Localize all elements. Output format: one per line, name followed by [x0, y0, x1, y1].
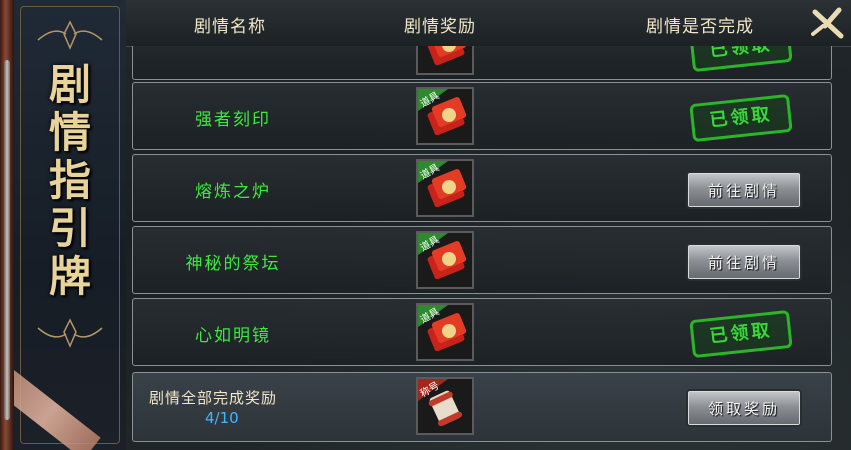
go-to-story-label: 前往剧情: [707, 181, 780, 200]
reward-slot[interactable]: [416, 46, 474, 75]
claimed-stamp: 已领取: [689, 93, 793, 143]
banner-char: 引: [48, 204, 91, 253]
claim-reward-button[interactable]: 领取奖励: [686, 389, 802, 427]
story-list[interactable]: 已领取 强者刻印 道具 已领取 熔炼之炉 道具 前往剧情 神秘的祭坛 道具 前往剧情 心如明镜 道具已…: [132, 46, 832, 450]
final-reward-row: 剧情全部完成奖励 4/10 称号 领取奖励: [132, 372, 832, 442]
go-to-story-label: 前往剧情: [707, 253, 780, 272]
story-name: 熔炼之炉: [195, 182, 271, 202]
ornament-bottom-icon: [37, 318, 103, 348]
story-row: 神秘的祭坛 道具 前往剧情: [132, 226, 832, 294]
reward-slot[interactable]: 道具: [416, 231, 474, 289]
progress-count: 4/10: [205, 409, 239, 427]
final-reward-title: 剧情全部完成奖励: [149, 389, 278, 407]
banner-char: 牌: [48, 252, 91, 301]
story-row: 心如明镜 道具 已领取: [132, 298, 832, 366]
reward-slot[interactable]: 道具: [416, 303, 474, 361]
decorative-sword-strip: [0, 0, 14, 450]
go-to-story-button[interactable]: 前往剧情: [686, 243, 802, 281]
sword-icon: [4, 60, 10, 420]
claimed-stamp: 已领取: [689, 46, 793, 73]
story-row: 已领取: [132, 46, 832, 80]
claimed-label: 已领取: [708, 46, 774, 62]
banner-char: 剧: [48, 60, 91, 109]
reward-slot[interactable]: 道具: [416, 87, 474, 145]
go-to-story-button[interactable]: 前往剧情: [686, 171, 802, 209]
banner-char: 情: [48, 108, 91, 157]
claimed-label: 已领取: [708, 103, 774, 132]
header-name: 剧情名称: [194, 17, 266, 37]
close-icon[interactable]: [811, 6, 845, 40]
table-header: 剧情名称 剧情奖励 剧情是否完成: [126, 0, 851, 47]
red-envelope-icon: [427, 46, 467, 66]
story-name: 神秘的祭坛: [185, 254, 281, 274]
story-name: 强者刻印: [195, 110, 271, 130]
banner-title: 剧 情 指 引 牌: [14, 62, 126, 300]
story-row: 强者刻印 道具 已领取: [132, 82, 832, 150]
ribbon-decoration: [14, 370, 101, 450]
claim-reward-label: 领取奖励: [707, 399, 780, 418]
claimed-label: 已领取: [708, 319, 774, 348]
header-status: 剧情是否完成: [646, 17, 754, 37]
header-reward: 剧情奖励: [404, 17, 476, 37]
reward-slot[interactable]: 道具: [416, 159, 474, 217]
banner-char: 指: [48, 156, 91, 205]
story-guide-panel: 剧情名称 剧情奖励 剧情是否完成 已领取 强者刻印 道具 已领取 熔炼之炉 道具 前往剧情神…: [126, 0, 851, 450]
claimed-stamp: 已领取: [689, 309, 793, 359]
title-banner: 剧 情 指 引 牌: [14, 0, 128, 450]
story-name: 心如明镜: [195, 326, 271, 346]
ornament-top-icon: [37, 20, 103, 50]
story-row: 熔炼之炉 道具 前往剧情: [132, 154, 832, 222]
title-reward-slot[interactable]: 称号: [416, 377, 474, 435]
